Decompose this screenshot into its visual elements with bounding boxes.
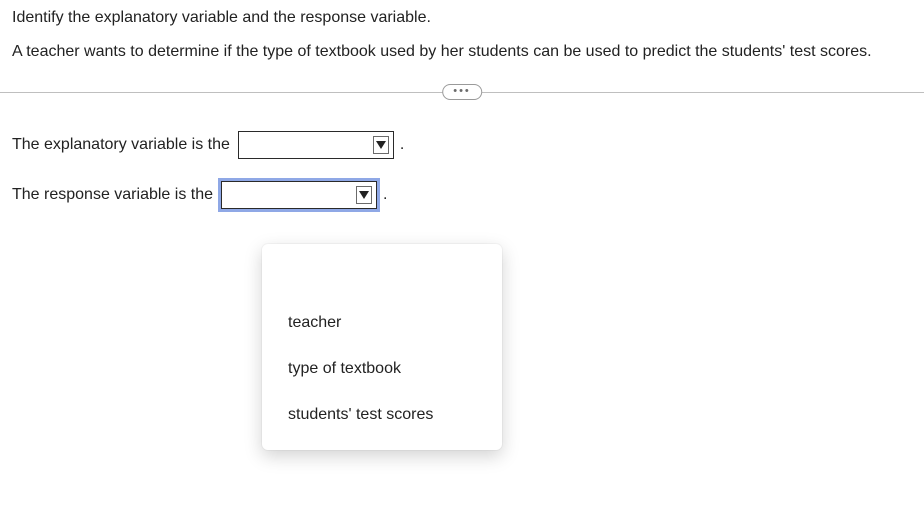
chevron-down-icon: [376, 141, 386, 149]
response-dropdown[interactable]: [221, 181, 377, 209]
question-block: Identify the explanatory variable and th…: [12, 8, 912, 209]
explanatory-dropdown[interactable]: [238, 131, 394, 159]
explanatory-label: The explanatory variable is the: [12, 136, 230, 154]
explanatory-period: .: [400, 136, 404, 154]
menu-blank-option[interactable]: [262, 264, 502, 300]
dots-icon: •••: [453, 85, 471, 97]
question-stem: A teacher wants to determine if the type…: [12, 41, 892, 63]
menu-option-teacher[interactable]: teacher: [262, 300, 502, 346]
chevron-down-icon: [359, 191, 369, 199]
menu-option-scores[interactable]: students' test scores: [262, 392, 502, 438]
dropdown-arrow-box: [373, 136, 389, 154]
response-label: The response variable is the: [12, 186, 213, 204]
section-divider: •••: [0, 81, 924, 103]
response-row: The response variable is the .: [12, 181, 912, 209]
instruction-text: Identify the explanatory variable and th…: [12, 8, 912, 29]
menu-option-textbook[interactable]: type of textbook: [262, 346, 502, 392]
explanatory-row: The explanatory variable is the .: [12, 131, 912, 159]
dropdown-menu: teacher type of textbook students' test …: [262, 244, 502, 450]
dropdown-arrow-box: [356, 186, 372, 204]
expand-pill[interactable]: •••: [442, 84, 482, 100]
response-period: .: [383, 186, 387, 204]
